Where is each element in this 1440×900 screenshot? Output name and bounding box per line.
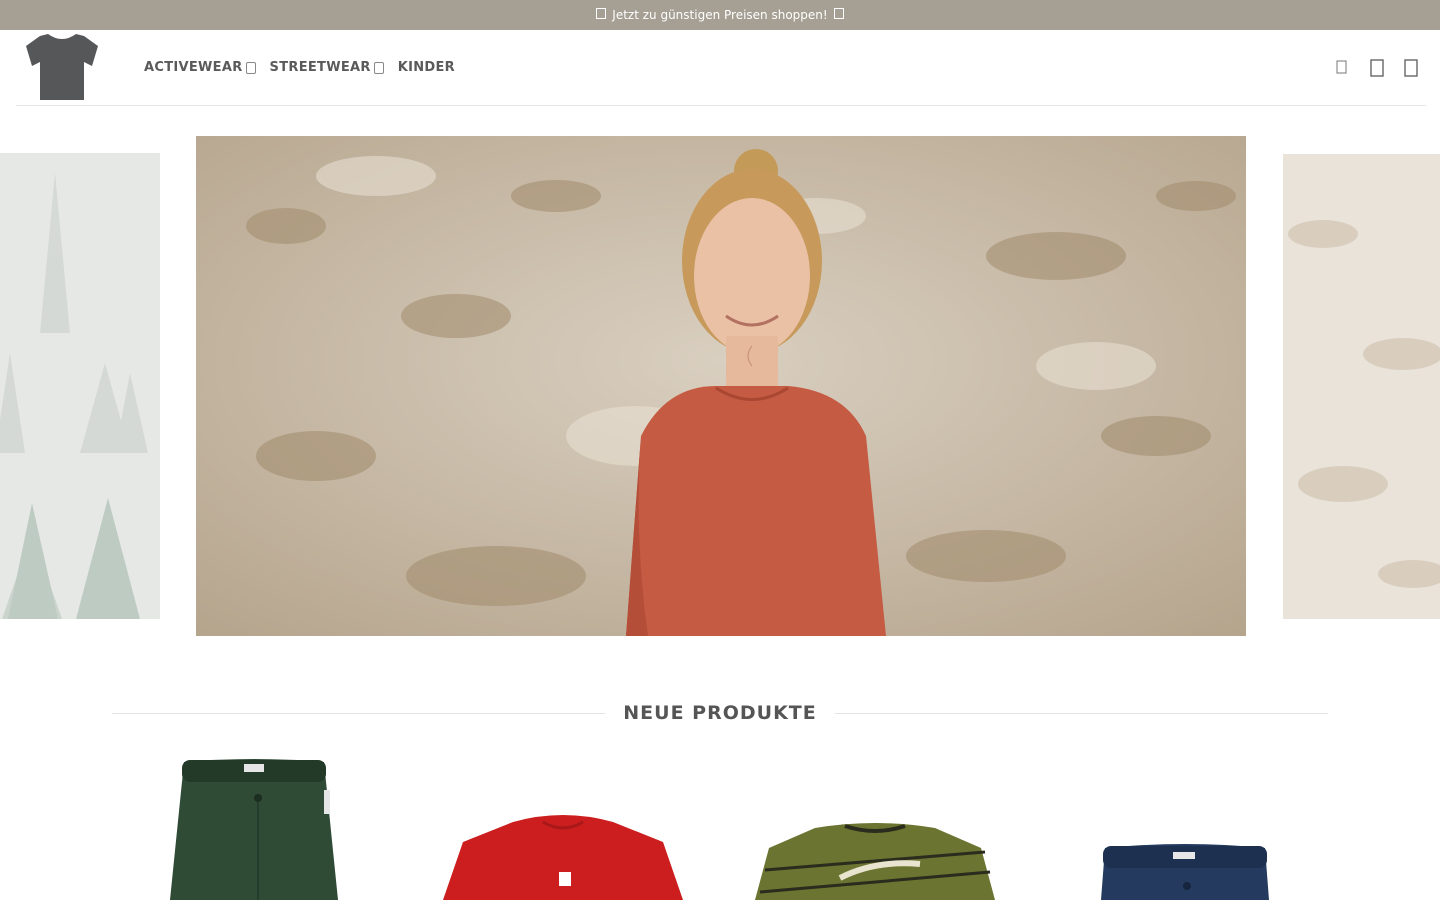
search-icon[interactable] [1336,58,1352,78]
divider [112,712,606,714]
nav-label: STREETWEAR [269,60,371,75]
nav-item-kinder[interactable]: KINDER [398,60,455,75]
section-title: NEUE PRODUKTE [623,702,817,724]
woman-orange-longsleeve-slide[interactable] [196,136,1246,636]
chevron-down-icon [373,61,384,74]
product-card-green-shorts[interactable] [124,752,384,900]
product-card-red-tshirt[interactable] [433,752,693,900]
header-divider [16,105,1426,106]
nav-item-activewear[interactable]: ACTIVEWEAR [144,60,256,75]
chevron-down-icon [245,61,256,74]
account-icon[interactable] [1370,58,1386,78]
gift-icon [596,8,607,22]
foggy-forest-slide[interactable] [0,153,160,619]
announcement-bar: Jetzt zu günstigen Preisen shoppen! [0,0,1440,30]
product-card-olive-maloja-tshirt[interactable] [745,752,1005,900]
header-actions [1336,58,1420,78]
product-card-navy-shorts[interactable] [1055,752,1315,900]
nav-label: ACTIVEWEAR [144,60,243,75]
announcement-text: Jetzt zu günstigen Preisen shoppen! [612,8,828,22]
divider [834,712,1329,714]
tshirt-logo[interactable] [24,30,100,102]
cart-icon[interactable] [1404,58,1420,78]
stone-wall-slide[interactable] [1283,154,1440,619]
new-products-heading: NEUE PRODUKTE [112,698,1329,728]
nav-label: KINDER [397,60,455,75]
main-nav: ACTIVEWEAR STREETWEAR KINDER [144,60,455,75]
nav-item-streetwear[interactable]: STREETWEAR [270,60,384,75]
gift-icon [833,8,844,22]
